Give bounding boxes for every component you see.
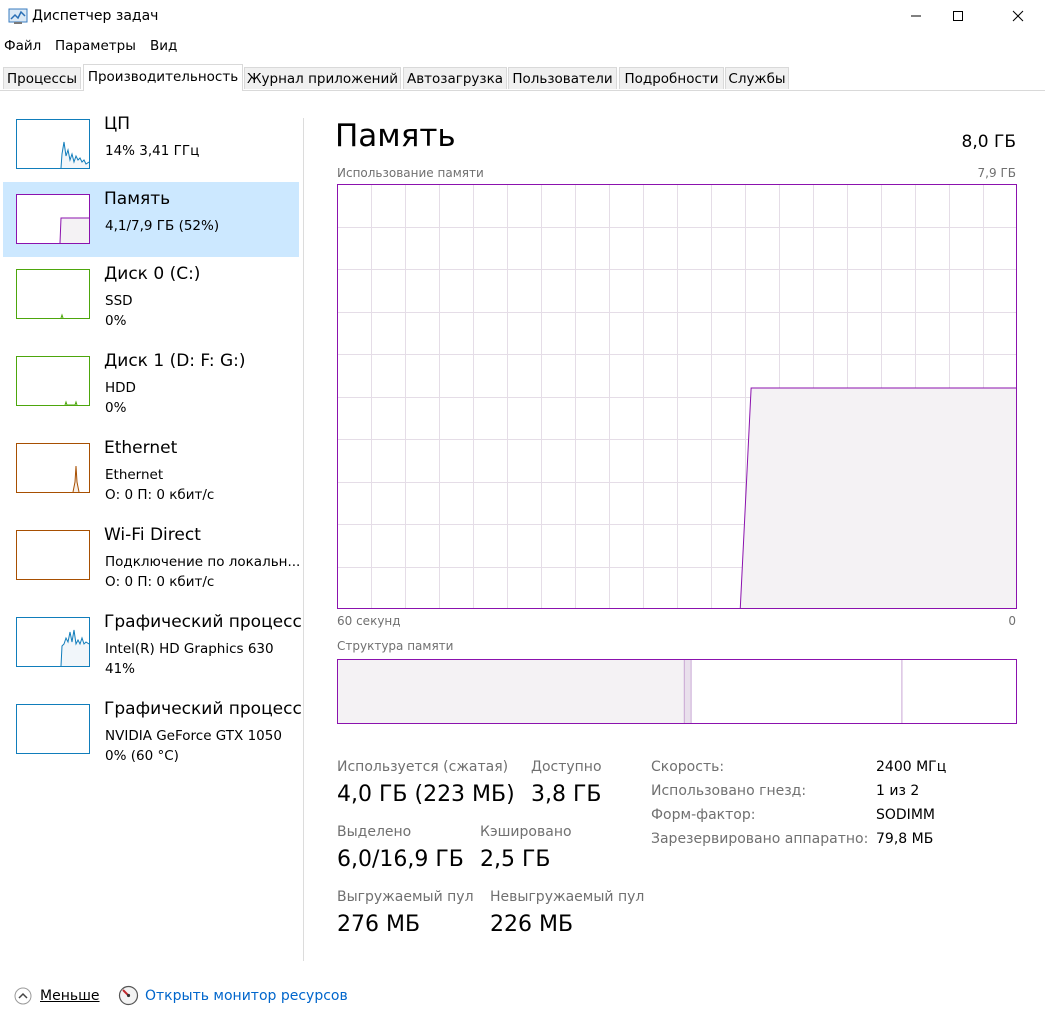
sidebar-item-disk-0[interactable]: Диск 0 (C:) SSD 0% [3, 257, 299, 332]
sidebar-item-gpu-1[interactable]: Графический процесс NVIDIA GeForce GTX 1… [3, 692, 302, 767]
sidebar-item-ethernet[interactable]: Ethernet Ethernet О: 0 П: 0 кбит/с [3, 431, 299, 506]
resource-monitor-icon [118, 985, 139, 1006]
sidebar-item-cpu[interactable]: ЦП 14% 3,41 ГГц [3, 107, 299, 182]
stat-available-label: Доступно [531, 759, 602, 775]
graph-time-left: 60 секунд [337, 614, 401, 628]
sidebar-item-wifi-direct[interactable]: Wi-Fi Direct Подключение по локальн... О… [3, 518, 301, 593]
maximize-icon [953, 11, 963, 21]
task-manager-icon [8, 7, 28, 25]
stat-cached-label: Кэшировано [480, 824, 572, 840]
fewer-details-icon[interactable] [13, 986, 33, 1006]
sidebar-item-title: Графический процесс [104, 699, 302, 719]
tab-processes[interactable]: Процессы [3, 67, 81, 89]
spec-slots-label: Использовано гнезд: [651, 783, 807, 799]
usage-graph-label: Использование памяти [337, 166, 484, 180]
menu-file[interactable]: Файл [4, 38, 41, 54]
tab-services[interactable]: Службы [725, 67, 789, 89]
stat-committed-label: Выделено [337, 824, 412, 840]
minimize-button[interactable] [893, 0, 939, 32]
usage-graph-max: 7,9 ГБ [977, 166, 1016, 180]
sidebar-splitter[interactable] [303, 118, 304, 961]
spec-form-factor-value: SODIMM [876, 807, 935, 823]
disk-graph-icon [16, 356, 90, 406]
graph-time-right: 0 [1008, 614, 1016, 628]
memory-total: 8,0 ГБ [961, 132, 1016, 152]
ethernet-graph-icon [16, 443, 90, 493]
tab-details[interactable]: Подробности [619, 67, 724, 89]
spec-speed-value: 2400 МГц [876, 759, 947, 775]
tab-startup[interactable]: Автозагрузка [403, 67, 507, 89]
usage-area [740, 388, 1017, 609]
stat-nonpaged-pool-label: Невыгружаемый пул [490, 889, 645, 905]
disk-graph-icon [16, 269, 90, 319]
sidebar-item-sub2: 0% (60 °C) [105, 748, 179, 764]
menu-view[interactable]: Вид [150, 38, 177, 54]
sidebar-item-sub: SSD [105, 293, 133, 309]
close-button[interactable] [995, 0, 1041, 32]
spec-form-factor-label: Форм-фактор: [651, 807, 756, 823]
sidebar-item-memory[interactable]: Память 4,1/7,9 ГБ (52%) [3, 182, 299, 257]
sidebar-item-sub2: О: 0 П: 0 кбит/с [105, 487, 215, 503]
stat-in-use-value: 4,0 ГБ (223 МБ) [337, 782, 515, 807]
spec-slots-value: 1 из 2 [876, 783, 920, 799]
cpu-graph-icon [16, 119, 90, 169]
stat-nonpaged-pool-value: 226 МБ [490, 912, 574, 937]
sidebar-item-title: Ethernet [104, 438, 178, 458]
memory-usage-graph [337, 184, 1017, 610]
tab-strip: Процессы Производительность Журнал прило… [0, 64, 1045, 91]
fewer-details-button[interactable]: Меньше [40, 988, 100, 1004]
spec-reserved-value: 79,8 МБ [876, 831, 934, 847]
sidebar-item-sub: Подключение по локальн... [105, 554, 301, 570]
sidebar-item-title: ЦП [104, 114, 130, 134]
spec-reserved-label: Зарезервировано аппаратно: [651, 831, 869, 847]
composition-label: Структура памяти [337, 639, 454, 653]
sidebar-item-title: Графический процесс [104, 612, 302, 632]
tab-users[interactable]: Пользователи [508, 67, 617, 89]
sidebar-item-title: Диск 1 (D: F: G:) [104, 351, 246, 371]
composition-modified[interactable] [683, 659, 691, 724]
sidebar-item-title: Wi-Fi Direct [104, 525, 201, 545]
stat-in-use-label: Используется (сжатая) [337, 759, 509, 775]
gpu-graph-icon [16, 704, 90, 754]
close-icon [1012, 10, 1024, 22]
window-title: Диспетчер задач [32, 8, 159, 24]
composition-in-use[interactable] [337, 659, 684, 724]
sidebar-item-title: Память [104, 189, 171, 209]
minimize-icon [911, 15, 921, 17]
sidebar-item-sub: Ethernet [105, 467, 164, 483]
gpu-graph-icon [16, 617, 90, 667]
open-resource-monitor-link[interactable]: Открыть монитор ресурсов [145, 988, 348, 1004]
sidebar-item-gpu-0[interactable]: Графический процесс Intel(R) HD Graphics… [3, 605, 302, 680]
sidebar-item-sub2: 0% [105, 400, 127, 416]
stat-committed-value: 6,0/16,9 ГБ [337, 847, 464, 872]
sidebar-item-sub: Intel(R) HD Graphics 630 [105, 641, 274, 657]
memory-graph-icon [16, 194, 90, 244]
title-bar[interactable]: Диспетчер задач [0, 0, 1045, 34]
memory-composition-bar [337, 659, 1017, 724]
stat-paged-pool-value: 276 МБ [337, 912, 421, 937]
sidebar-item-sub: 14% 3,41 ГГц [105, 143, 200, 159]
sidebar-item-sub: HDD [105, 380, 136, 396]
maximize-button[interactable] [935, 0, 981, 32]
sidebar-item-sub2: 0% [105, 313, 127, 329]
stat-available-value: 3,8 ГБ [531, 782, 602, 807]
sidebar-item-sub2: 41% [105, 661, 136, 677]
sidebar-item-sub2: О: 0 П: 0 кбит/с [105, 574, 215, 590]
spec-speed-label: Скорость: [651, 759, 725, 775]
menu-params[interactable]: Параметры [55, 38, 136, 54]
sidebar-item-sub: NVIDIA GeForce GTX 1050 [105, 728, 282, 744]
stat-paged-pool-label: Выгружаемый пул [337, 889, 474, 905]
sidebar-item-disk-1[interactable]: Диск 1 (D: F: G:) HDD 0% [3, 344, 299, 419]
tab-app-history[interactable]: Журнал приложений [244, 67, 401, 89]
sidebar-item-title: Диск 0 (C:) [104, 264, 201, 284]
wifi-graph-icon [16, 530, 90, 580]
tab-performance[interactable]: Производительность [83, 64, 243, 91]
sidebar-item-sub: 4,1/7,9 ГБ (52%) [105, 218, 220, 234]
page-title: Память [335, 118, 456, 154]
stat-cached-value: 2,5 ГБ [480, 847, 551, 872]
